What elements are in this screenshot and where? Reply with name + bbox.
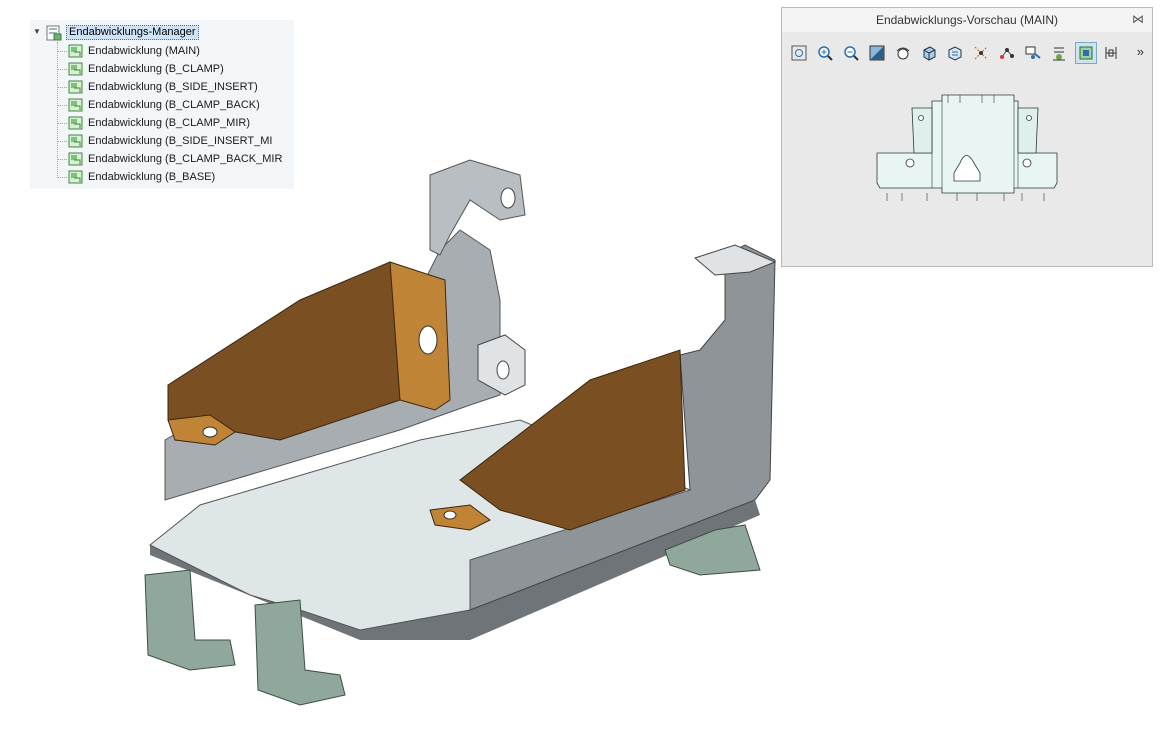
cube-view-icon[interactable]	[918, 42, 940, 64]
preview-title: Endabwicklungs-Vorschau (MAIN)	[782, 8, 1152, 32]
zoom-out-icon[interactable]	[840, 42, 862, 64]
flat-pattern-icon	[68, 62, 83, 76]
flat-pattern-icon	[68, 134, 83, 148]
clip-left	[144, 569, 236, 671]
close-icon[interactable]: ⋈	[1132, 12, 1144, 26]
tree-item-label: Endabwicklung (B_CLAMP_MIR)	[88, 117, 251, 129]
tree-item-label: Endabwicklung (B_CLAMP_BACK)	[88, 99, 260, 111]
spin-center-icon[interactable]	[1048, 42, 1070, 64]
flat-hole-tr	[1026, 115, 1032, 121]
middle-tab-hole	[496, 360, 510, 380]
flat-hole-right	[1022, 158, 1032, 168]
tree-root[interactable]: Endabwicklungs-Manager	[46, 24, 199, 41]
flat-pattern-icon	[68, 152, 83, 166]
tree-item-label: Endabwicklung (B_SIDE_INSERT_MI	[88, 135, 273, 147]
tree-item-main[interactable]: Endabwicklung (MAIN)	[30, 42, 294, 60]
datum-planes-icon[interactable]	[1022, 42, 1044, 64]
flat-state-icon[interactable]	[1075, 42, 1097, 64]
tree-root-label[interactable]: Endabwicklungs-Manager	[66, 25, 199, 40]
tree-item-b-clamp-mir[interactable]: Endabwicklung (B_CLAMP_MIR)	[30, 114, 294, 132]
flat-manager-icon	[46, 25, 62, 40]
flat-pattern-icon	[68, 116, 83, 130]
flat-pattern-icon	[68, 44, 83, 58]
datum-axes-icon[interactable]	[970, 42, 992, 64]
flat-pattern-icon	[68, 98, 83, 112]
tree-item-label: Endabwicklung (B_SIDE_INSERT)	[88, 81, 258, 93]
flat-preview-panel: Endabwicklungs-Vorschau (MAIN) ⋈ »	[781, 7, 1153, 267]
tree-item-b-clamp-back[interactable]: Endabwicklung (B_CLAMP_BACK)	[30, 96, 294, 114]
zoom-in-icon[interactable]	[814, 42, 836, 64]
datum-points-icon[interactable]	[996, 42, 1018, 64]
flat-hole-left	[905, 158, 915, 168]
flat-right-flange	[1017, 107, 1039, 154]
collapse-toggle-icon[interactable]: ▼	[33, 27, 41, 36]
dimension-icon[interactable]	[1100, 42, 1122, 64]
chevron-double-right-icon[interactable]: »	[1137, 44, 1144, 59]
tree-item-b-side-insert[interactable]: Endabwicklung (B_SIDE_INSERT)	[30, 78, 294, 96]
saved-views-icon[interactable]	[944, 42, 966, 64]
sheet-metal-model[interactable]	[130, 150, 790, 710]
view-orient-icon[interactable]	[892, 42, 914, 64]
tree-item-b-side-insert-mi[interactable]: Endabwicklung (B_SIDE_INSERT_MI	[30, 132, 294, 150]
tree-item-label: Endabwicklung (B_CLAMP)	[88, 63, 224, 75]
right-foot-hole	[443, 510, 457, 520]
flat-preview-canvas[interactable]	[782, 73, 1152, 266]
preview-toolbar: »	[782, 40, 1152, 68]
wing-hole	[418, 325, 438, 355]
tree-item-label: Endabwicklung (MAIN)	[88, 45, 200, 57]
flat-hole-tl	[918, 115, 924, 121]
shading-icon[interactable]	[866, 42, 888, 64]
flat-pattern-icon	[68, 170, 83, 184]
tab-hole	[500, 187, 516, 209]
flat-pattern-icon	[68, 80, 83, 94]
tree-item-b-clamp[interactable]: Endabwicklung (B_CLAMP)	[30, 60, 294, 78]
zoom-fit-icon[interactable]	[788, 42, 810, 64]
flat-left-flange	[911, 107, 933, 154]
foot-hole	[202, 426, 218, 438]
